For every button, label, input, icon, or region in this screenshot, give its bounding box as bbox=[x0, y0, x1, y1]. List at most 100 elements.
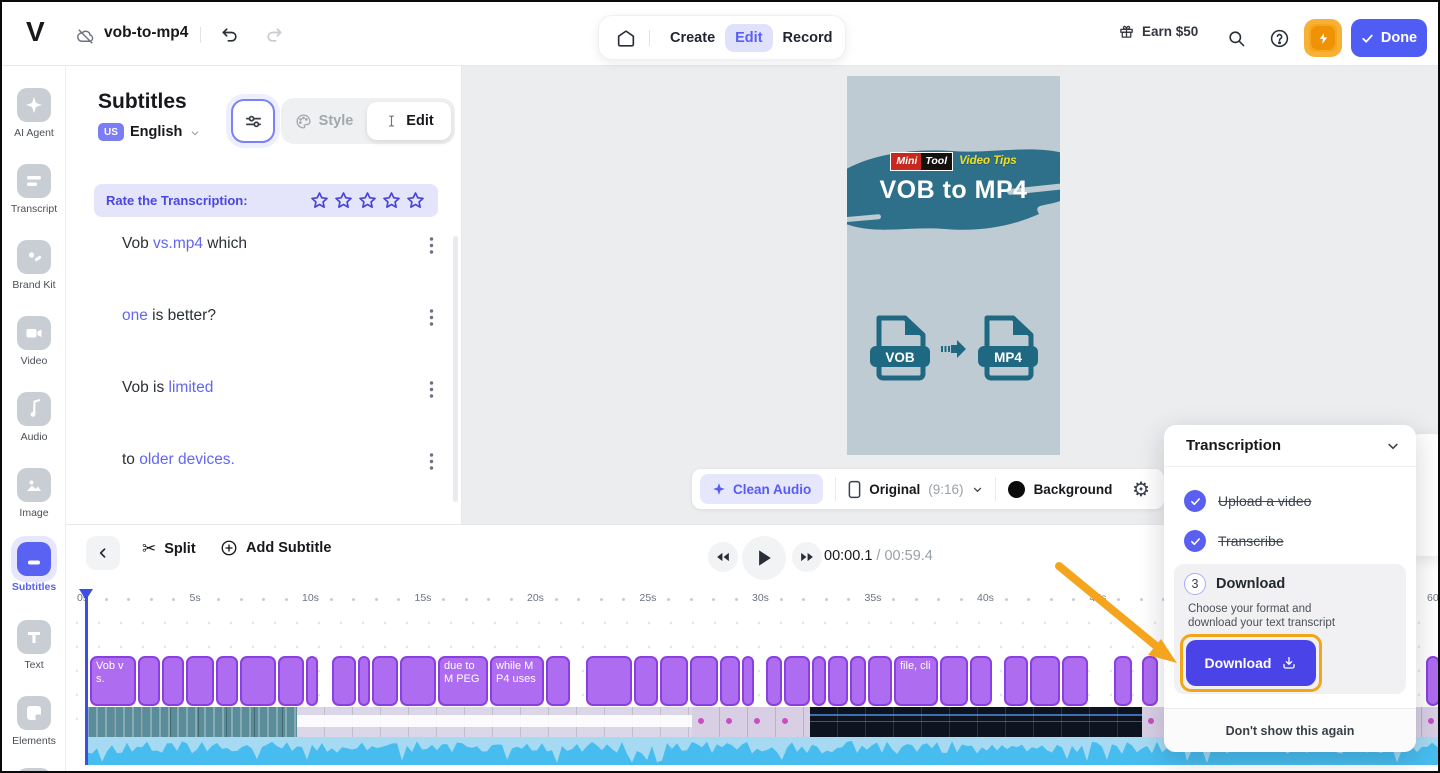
undo-icon[interactable] bbox=[220, 25, 240, 45]
timeline-subtitle-segment[interactable] bbox=[1114, 656, 1132, 706]
timeline-subtitle-segment[interactable] bbox=[784, 656, 810, 706]
timeline-subtitle-segment[interactable] bbox=[1426, 656, 1438, 706]
kebab-menu-icon[interactable] bbox=[425, 306, 438, 329]
star-icon[interactable] bbox=[309, 190, 330, 211]
home-icon[interactable] bbox=[611, 23, 641, 53]
timeline-subtitle-segment[interactable] bbox=[216, 656, 238, 706]
upgrade-button[interactable] bbox=[1304, 19, 1342, 57]
tab-style[interactable]: Style bbox=[281, 113, 367, 130]
timeline-subtitle-segment[interactable] bbox=[240, 656, 276, 706]
subtitle-settings-button[interactable] bbox=[231, 99, 275, 143]
star-icon[interactable] bbox=[405, 190, 426, 211]
timeline-subtitle-segment[interactable] bbox=[634, 656, 658, 706]
ruler-tick-label: 40s bbox=[977, 592, 994, 604]
timeline-subtitle-segment[interactable] bbox=[306, 656, 318, 706]
subtitle-row[interactable]: to older devices. bbox=[122, 450, 438, 473]
timeline-subtitle-segment[interactable] bbox=[278, 656, 304, 706]
sidebar-item-image[interactable]: Image bbox=[2, 468, 66, 519]
timeline-subtitle-segment[interactable] bbox=[358, 656, 370, 706]
app-logo[interactable]: V bbox=[26, 16, 45, 48]
split-button[interactable]: ✂ Split bbox=[142, 539, 196, 559]
rewind-button[interactable] bbox=[708, 542, 738, 572]
subtitle-text: Vob is limited bbox=[122, 379, 214, 396]
timeline-subtitle-segment[interactable] bbox=[372, 656, 398, 706]
earn-button[interactable]: Earn $50 bbox=[1118, 23, 1198, 40]
subtitle-row[interactable]: Vob is limited bbox=[122, 378, 438, 401]
chevron-down-icon[interactable] bbox=[1386, 439, 1400, 453]
kebab-menu-icon[interactable] bbox=[425, 234, 438, 257]
timeline-subtitle-segment[interactable] bbox=[1030, 656, 1060, 706]
timeline-subtitle-segment[interactable] bbox=[850, 656, 866, 706]
gear-icon[interactable]: ⚙ bbox=[1132, 477, 1150, 501]
search-icon[interactable] bbox=[1227, 29, 1246, 48]
kebab-menu-icon[interactable] bbox=[425, 450, 438, 473]
tab-edit-subtitles[interactable]: Edit bbox=[367, 102, 451, 140]
add-subtitle-button[interactable]: Add Subtitle bbox=[220, 539, 331, 557]
fast-forward-button[interactable] bbox=[792, 542, 822, 572]
collapse-timeline-button[interactable] bbox=[86, 536, 120, 570]
language-badge: US bbox=[98, 123, 124, 141]
language-selector[interactable]: English bbox=[130, 124, 182, 140]
play-button[interactable] bbox=[742, 536, 786, 580]
timeline-subtitle-segment[interactable] bbox=[868, 656, 892, 706]
tab-record[interactable]: Record bbox=[773, 24, 843, 52]
subtitle-row[interactable]: Vob vs.mp4 which bbox=[122, 234, 438, 257]
sidebar-item-audio[interactable]: Audio bbox=[2, 392, 66, 443]
video-preview[interactable]: Mini Tool Video Tips VOB to MP4 VOB MP4 bbox=[847, 76, 1060, 455]
timeline-subtitle-segment[interactable] bbox=[660, 656, 688, 706]
timeline-subtitle-segment[interactable]: file, cli bbox=[894, 656, 938, 706]
redo-icon[interactable] bbox=[264, 25, 284, 45]
clean-audio-button[interactable]: Clean Audio bbox=[700, 474, 824, 504]
playhead-line[interactable] bbox=[85, 589, 88, 765]
sidebar-item-brand-kit[interactable]: Brand Kit bbox=[2, 240, 66, 291]
subtitle-row[interactable]: one is better? bbox=[122, 306, 438, 329]
timeline-subtitle-segment[interactable] bbox=[186, 656, 214, 706]
timeline-subtitle-segment[interactable] bbox=[742, 656, 754, 706]
timeline-subtitle-segment[interactable] bbox=[1142, 656, 1158, 706]
sidebar-item-elements[interactable]: Elements bbox=[2, 696, 66, 747]
star-icon[interactable] bbox=[357, 190, 378, 211]
gift-icon bbox=[1118, 23, 1135, 40]
dont-show-again-button[interactable]: Don't show this again bbox=[1164, 708, 1416, 752]
tab-edit[interactable]: Edit bbox=[725, 23, 773, 52]
timeline-subtitle-segment[interactable] bbox=[828, 656, 848, 706]
timeline-subtitle-segment[interactable] bbox=[690, 656, 718, 706]
tab-create[interactable]: Create bbox=[660, 24, 725, 52]
scrollbar-thumb[interactable] bbox=[453, 236, 458, 502]
timeline-subtitle-segment[interactable] bbox=[332, 656, 356, 706]
timeline-subtitle-segment[interactable] bbox=[940, 656, 968, 706]
sidebar-item-text[interactable]: Text bbox=[2, 620, 66, 671]
sidebar-item-more[interactable] bbox=[2, 768, 66, 771]
phone-icon bbox=[848, 480, 861, 499]
timeline-subtitle-segment[interactable]: while MP4 uses bbox=[490, 656, 544, 706]
timeline-subtitle-segment[interactable] bbox=[720, 656, 740, 706]
timeline-subtitle-segment[interactable] bbox=[586, 656, 632, 706]
timeline-subtitle-segment[interactable] bbox=[400, 656, 436, 706]
download-button[interactable]: Download bbox=[1186, 640, 1316, 686]
background-selector[interactable]: Background bbox=[1007, 480, 1112, 498]
subtitle-text: to older devices. bbox=[122, 451, 235, 468]
timeline-subtitle-segment[interactable] bbox=[766, 656, 782, 706]
timeline-subtitle-segment[interactable] bbox=[138, 656, 160, 706]
aspect-ratio-selector[interactable]: Original (9:16) bbox=[848, 480, 982, 499]
sidebar-item-subtitles[interactable]: Subtitles bbox=[2, 536, 66, 593]
done-label: Done bbox=[1380, 30, 1418, 46]
timeline-subtitle-segment[interactable]: due to M PEG bbox=[438, 656, 488, 706]
star-icon[interactable] bbox=[333, 190, 354, 211]
timeline-subtitle-segment[interactable] bbox=[970, 656, 992, 706]
sidebar-item-transcript[interactable]: Transcript bbox=[2, 164, 66, 215]
timeline-subtitle-segment[interactable] bbox=[162, 656, 184, 706]
timeline-subtitle-segment[interactable] bbox=[1062, 656, 1088, 706]
timeline-subtitle-segment[interactable] bbox=[546, 656, 570, 706]
project-title[interactable]: vob-to-mp4 bbox=[104, 24, 188, 42]
timeline-subtitle-segment[interactable]: Vob vs. bbox=[90, 656, 136, 706]
sidebar-item-video[interactable]: Video bbox=[2, 316, 66, 367]
timeline-subtitle-segment[interactable] bbox=[1004, 656, 1028, 706]
star-icon[interactable] bbox=[381, 190, 402, 211]
sidebar-item-ai-agent[interactable]: AI Agent bbox=[2, 88, 66, 139]
done-button[interactable]: Done bbox=[1351, 19, 1427, 57]
kebab-menu-icon[interactable] bbox=[425, 378, 438, 401]
timeline-subtitle-segment[interactable] bbox=[812, 656, 826, 706]
help-icon[interactable] bbox=[1269, 28, 1290, 49]
brand-kit-icon bbox=[17, 240, 51, 274]
